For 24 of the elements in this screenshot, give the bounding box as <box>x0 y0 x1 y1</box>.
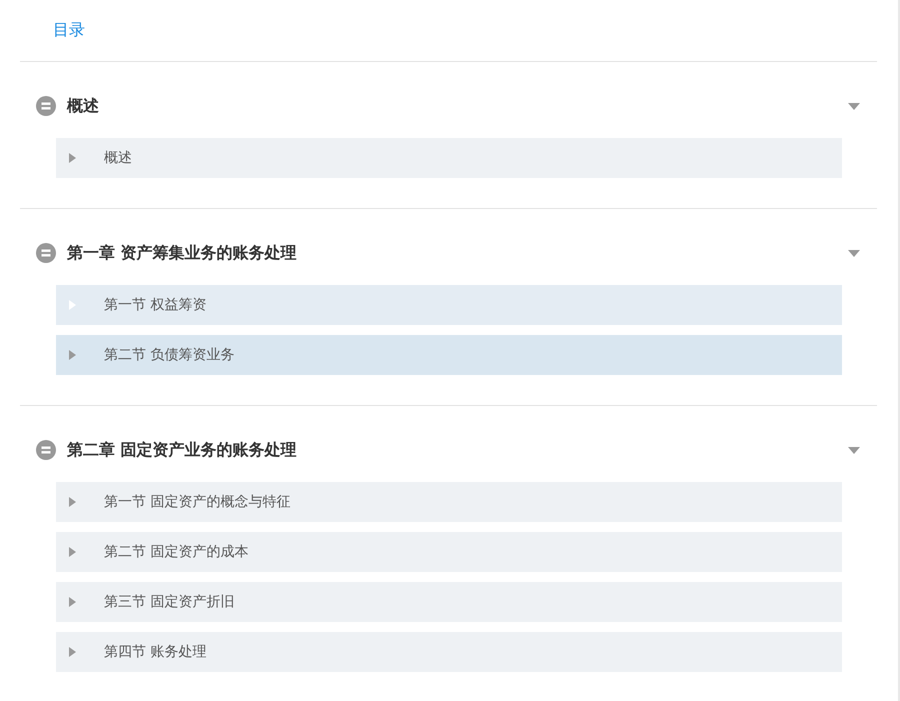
chapter-item[interactable]: 第一节 权益筹资 <box>56 285 842 325</box>
equals-icon <box>36 243 56 263</box>
chapter-item[interactable]: 第三节 固定资产折旧 <box>56 582 842 622</box>
section-title: 第一章 资产筹集业务的账务处理 <box>67 242 298 264</box>
contents-heading: 目录 <box>53 20 85 41</box>
caret-icon[interactable] <box>848 446 860 454</box>
triangle-icon <box>69 647 76 657</box>
equals-icon <box>36 440 56 460</box>
section-title: 第二章 固定资产业务的账务处理 <box>67 440 298 460</box>
triangle-icon <box>69 547 76 557</box>
chapter-item[interactable]: 概述 <box>56 138 842 178</box>
caret-icon[interactable] <box>848 102 860 110</box>
caret-icon[interactable] <box>848 250 860 256</box>
triangle-icon <box>69 153 76 163</box>
triangle-icon <box>69 350 76 360</box>
equals-icon <box>36 96 56 116</box>
chapter-item[interactable]: 第二节 固定资产的成本 <box>56 532 842 572</box>
chapter-item[interactable]: 第四节 账务处理 <box>56 632 842 672</box>
triangle-icon <box>69 497 76 507</box>
section-title: 概述 <box>67 96 100 116</box>
triangle-icon <box>69 597 76 607</box>
chapter-item[interactable]: 第二节 负债筹资业务 <box>56 335 842 375</box>
triangle-icon <box>69 300 76 310</box>
chapter-item[interactable]: 第一节 固定资产的概念与特征 <box>56 482 842 522</box>
